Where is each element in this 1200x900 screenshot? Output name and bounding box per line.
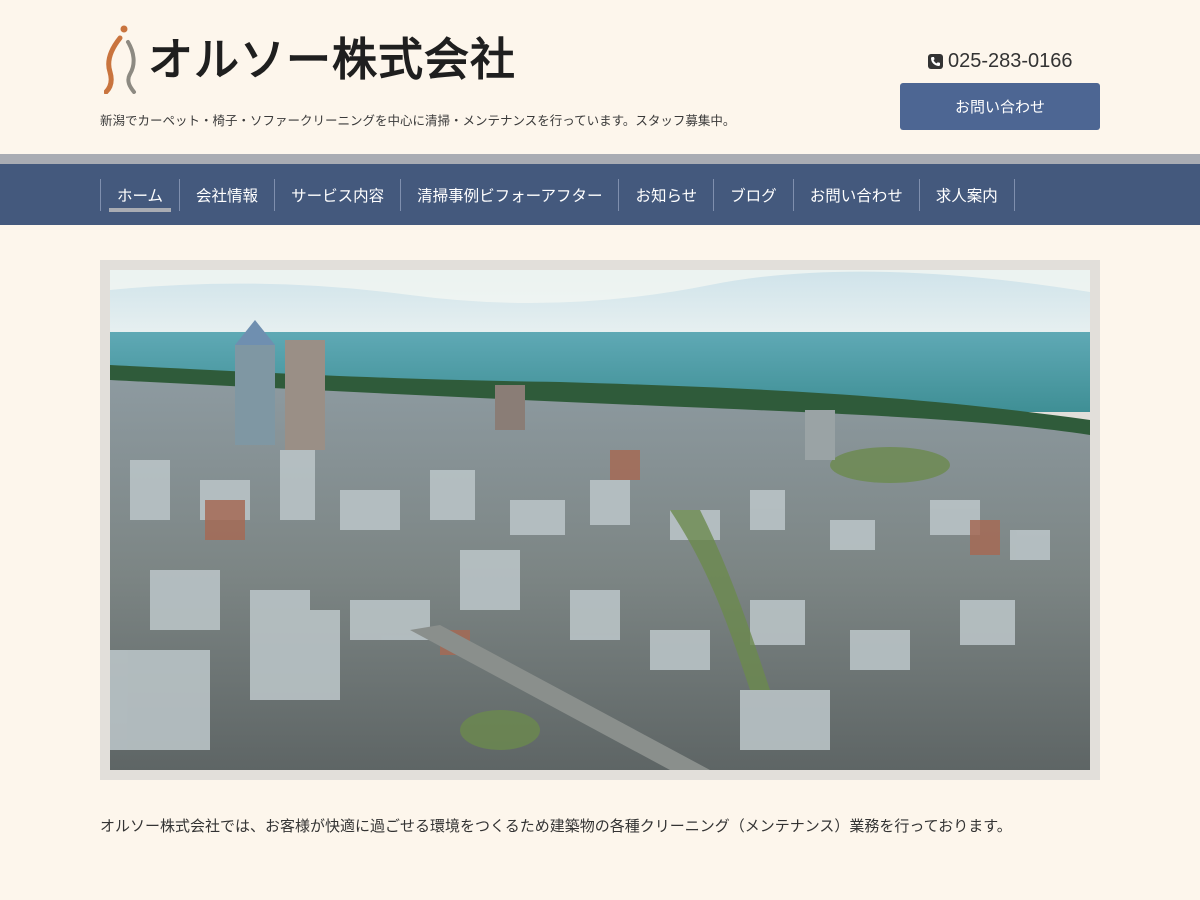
nav-item-services[interactable]: サービス内容 — [274, 179, 400, 211]
hero-image-frame — [100, 260, 1100, 780]
nav-item-recruit[interactable]: 求人案内 — [918, 179, 1015, 211]
nav-item-news[interactable]: お知らせ — [618, 179, 713, 211]
phone-number[interactable]: 025-283-0166 — [928, 50, 1073, 73]
tagline: 新潟でカーペット・椅子・ソファークリーニングを中心に清掃・メンテナンスを行ってい… — [100, 113, 736, 128]
nav-item-before-after[interactable]: 清掃事例ビフォーアフター — [400, 179, 618, 211]
phone-text: 025-283-0166 — [948, 50, 1073, 72]
phone-icon — [928, 54, 943, 69]
logo-mark-icon — [104, 25, 136, 94]
nav-item-home[interactable]: ホーム — [100, 179, 179, 212]
hero-cityscape-image — [110, 270, 1090, 770]
contact-button[interactable]: お問い合わせ — [900, 83, 1100, 130]
nav-item-contact[interactable]: お問い合わせ — [792, 179, 919, 211]
logo-text: オルソー株式会社 — [148, 32, 517, 86]
nav-top-border — [0, 154, 1200, 164]
nav-item-blog[interactable]: ブログ — [713, 179, 793, 211]
intro-text: オルソー株式会社では、お客様が快適に過ごせる環境をつくるため建築物の各種クリーニ… — [100, 817, 1012, 835]
main-nav: ホーム 会社情報 サービス内容 清掃事例ビフォーアフター お知らせ ブログ お問… — [0, 164, 1200, 225]
logo[interactable]: オルソー株式会社 — [104, 24, 516, 94]
nav-item-company[interactable]: 会社情報 — [179, 179, 274, 211]
site-header: オルソー株式会社 新潟でカーペット・椅子・ソファークリーニングを中心に清掃・メン… — [0, 0, 1200, 154]
